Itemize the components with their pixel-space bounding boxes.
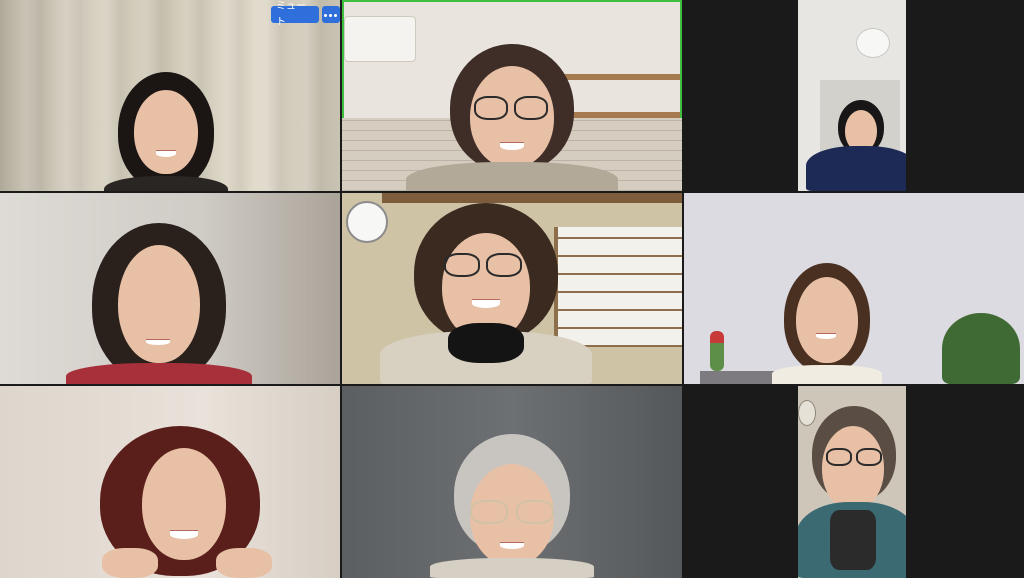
wall-clock: [346, 201, 388, 243]
video-tile-2-active-speaker[interactable]: [342, 0, 682, 191]
video-tile-3[interactable]: [798, 0, 906, 191]
ceiling-lamp: [856, 28, 890, 58]
air-conditioner: [344, 16, 416, 62]
video-tile-4[interactable]: [0, 193, 340, 384]
potted-plant: [942, 313, 1020, 384]
video-tile-8[interactable]: [342, 386, 682, 578]
mute-button[interactable]: ミュート: [271, 1, 319, 28]
wall-shelf: [552, 74, 680, 80]
wooden-beam: [382, 193, 682, 203]
flower-vase: [710, 331, 724, 371]
tile-controls: ミュート: [271, 1, 340, 28]
video-gallery: ミュート: [0, 0, 1024, 578]
wall-clock: [798, 400, 816, 426]
video-tile-7[interactable]: [0, 386, 340, 578]
video-tile-6[interactable]: [684, 193, 1024, 384]
video-tile-9[interactable]: [798, 386, 906, 578]
video-tile-5[interactable]: [342, 193, 682, 384]
shoji-screen: [554, 227, 682, 347]
video-tile-1[interactable]: ミュート: [0, 0, 340, 191]
more-dots-icon: [323, 7, 338, 23]
more-options-button[interactable]: [321, 6, 340, 23]
